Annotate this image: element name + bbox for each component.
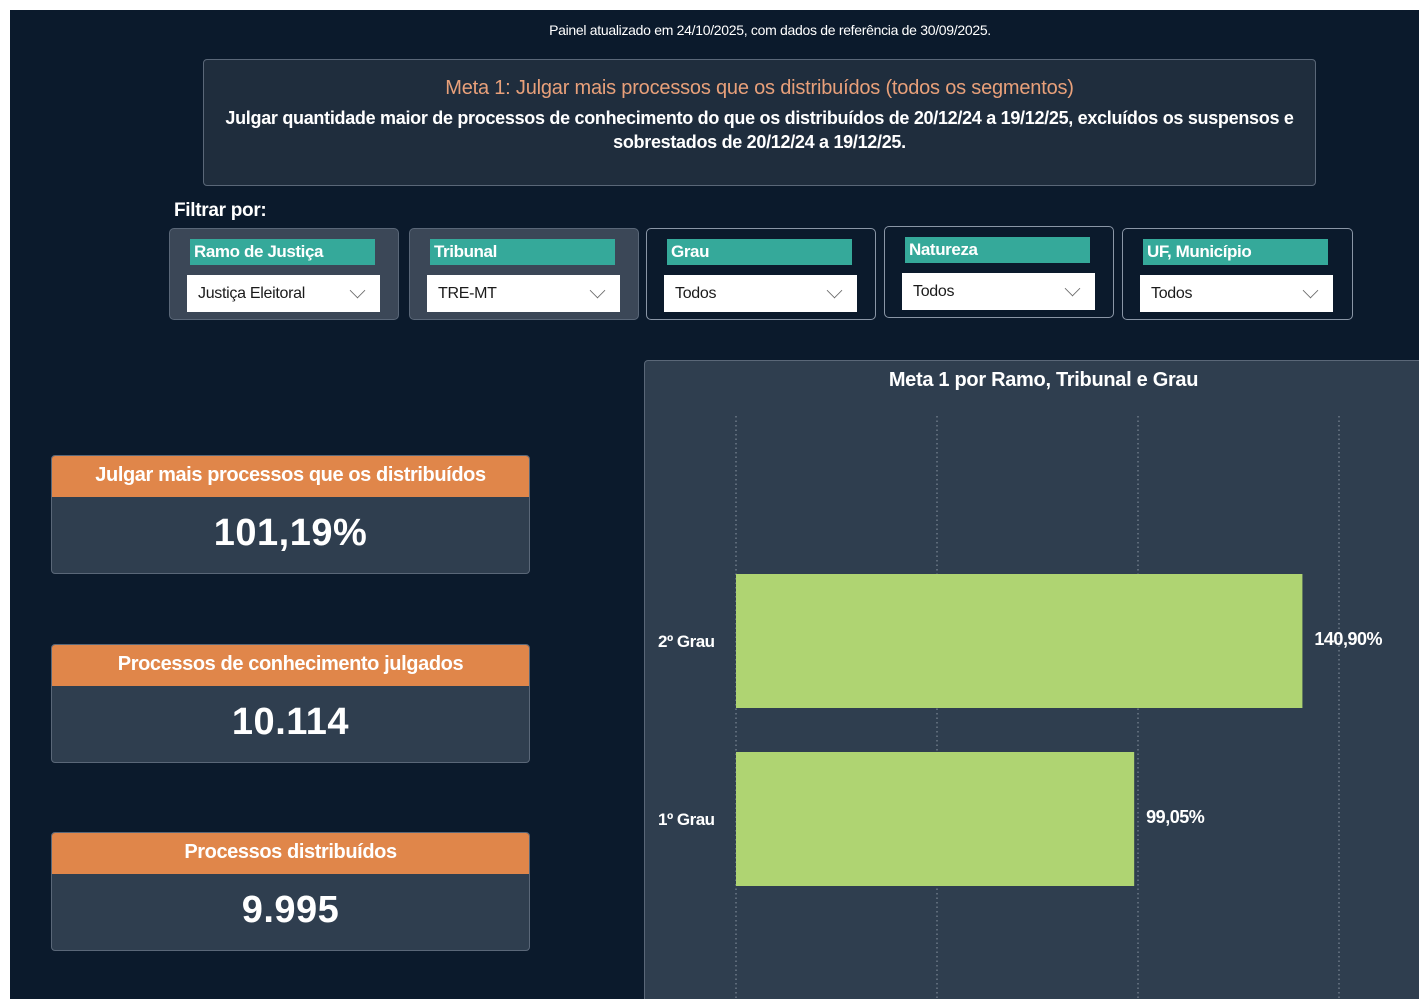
ramo-de-justica-dropdown[interactable]: Justiça Eleitoral <box>187 275 380 312</box>
chevron-down-icon <box>589 282 606 299</box>
grau-dropdown[interactable]: Todos <box>664 275 857 312</box>
dropdown-value: Todos <box>1151 285 1193 302</box>
tribunal-dropdown[interactable]: TRE-MT <box>427 275 620 312</box>
slicer-title: Ramo de Justiça <box>190 239 375 265</box>
slicer-title: Natureza <box>905 237 1090 263</box>
kpi-label: Julgar mais processos que os distribuído… <box>52 456 529 497</box>
category-label: 1º Grau <box>658 810 715 829</box>
category-label: 2º Grau <box>658 632 715 651</box>
kpi-card-meta: Julgar mais processos que os distribuído… <box>51 455 530 574</box>
chevron-down-icon <box>1302 282 1319 299</box>
data-label: 140,90% <box>1314 629 1382 649</box>
slicer-ramo-de-justica: Ramo de Justiça Justiça Eleitoral <box>169 228 399 320</box>
chart-panel: Meta 1 por Ramo, Tribunal e Grau 2º Grau… <box>644 360 1419 999</box>
kpi-label: Processos de conhecimento julgados <box>52 645 529 686</box>
natureza-dropdown[interactable]: Todos <box>902 273 1095 310</box>
dashboard: Painel atualizado em 24/10/2025, com dad… <box>10 10 1419 999</box>
slicer-grau: Grau Todos <box>646 228 876 320</box>
goal-description: Julgar quantidade maior de processos de … <box>225 108 1294 152</box>
data-label: 99,05% <box>1146 807 1205 827</box>
chevron-down-icon <box>826 282 843 299</box>
filter-label: Filtrar por: <box>174 200 267 221</box>
chevron-down-icon <box>1064 280 1081 297</box>
kpi-card-julgados: Processos de conhecimento julgados 10.11… <box>51 644 530 763</box>
slicer-uf-municipio: UF, Município Todos <box>1122 228 1353 320</box>
dropdown-value: Todos <box>913 283 955 300</box>
goal-card: Meta 1: Julgar mais processos que os dis… <box>203 59 1316 186</box>
uf-municipio-dropdown[interactable]: Todos <box>1140 275 1333 312</box>
slicer-title: UF, Município <box>1143 239 1328 265</box>
bar-chart: 2º Grau 140,90% 1º Grau 99,05% <box>658 416 1383 999</box>
bar <box>736 574 1303 708</box>
chevron-down-icon <box>349 282 366 299</box>
kpi-value: 9.995 <box>241 889 340 931</box>
dropdown-value: TRE-MT <box>438 285 497 302</box>
kpi-value: 10.114 <box>231 701 350 743</box>
kpi-card-distribuidos: Processos distribuídos 9.995 <box>51 832 530 951</box>
goal-title: Meta 1: Julgar mais processos que os dis… <box>445 77 1074 99</box>
dropdown-value: Justiça Eleitoral <box>198 285 305 302</box>
dropdown-value: Todos <box>675 285 717 302</box>
bar <box>736 752 1135 886</box>
slicer-tribunal: Tribunal TRE-MT <box>409 228 639 320</box>
slicer-title: Grau <box>667 239 852 265</box>
kpi-label: Processos distribuídos <box>52 833 529 874</box>
kpi-value: 101,19% <box>213 512 368 554</box>
slicer-natureza: Natureza Todos <box>884 226 1114 318</box>
slicer-title: Tribunal <box>430 239 615 265</box>
update-note: Painel atualizado em 24/10/2025, com dad… <box>549 22 991 38</box>
